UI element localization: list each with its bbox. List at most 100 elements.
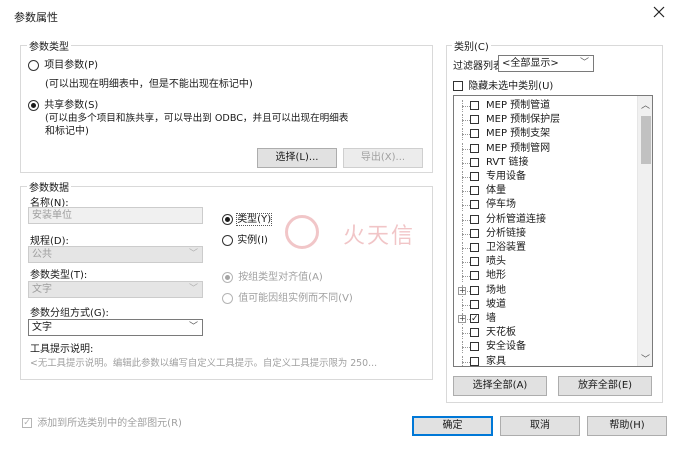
scroll-down-icon[interactable]: ﹀ xyxy=(641,352,650,365)
category-list-item[interactable]: MEP 预制管网 xyxy=(454,142,637,155)
tree-connector xyxy=(458,100,470,112)
tree-connector xyxy=(458,298,470,311)
tree-connector xyxy=(458,128,470,141)
category-checkbox[interactable] xyxy=(470,271,479,281)
category-checkbox[interactable] xyxy=(470,328,479,338)
category-list-item[interactable]: 家具 xyxy=(454,355,637,367)
category-label: 专用设备 xyxy=(486,171,526,182)
tooltip-text[interactable]: <无工具提示说明。编辑此参数以编写自定义工具提示。自定义工具提示限为 250..… xyxy=(30,355,428,369)
category-checkbox[interactable] xyxy=(470,257,479,267)
category-label: MEP 预制管道 xyxy=(486,100,551,111)
category-checkbox[interactable] xyxy=(470,228,479,238)
cancel-button[interactable]: 取消 xyxy=(500,416,580,436)
param-kind-value: 文字 xyxy=(32,284,52,295)
filter-select[interactable]: <全部显示> ﹀ xyxy=(498,55,594,72)
shared-param-desc-1: (可以由多个项目和族共享，可以导出到 ODBC，并且可以出现在明细表 xyxy=(45,113,349,124)
category-list-item[interactable]: 坡道 xyxy=(454,298,637,311)
chevron-down-icon: ﹀ xyxy=(188,322,198,332)
category-label: 墙 xyxy=(486,313,496,324)
instance-radio[interactable]: 实例(I) xyxy=(222,231,268,246)
expand-icon[interactable]: + xyxy=(458,286,466,295)
category-checkbox[interactable] xyxy=(470,342,479,352)
watermark-text: 火天信 xyxy=(343,224,416,249)
close-icon[interactable] xyxy=(652,6,666,20)
category-list-item[interactable]: 安全设备 xyxy=(454,341,637,354)
category-list-item[interactable]: 停车场 xyxy=(454,199,637,212)
tree-connector xyxy=(458,355,470,366)
export-button[interactable]: 导出(X)... xyxy=(343,148,423,168)
category-list-item[interactable]: + 场地 xyxy=(454,284,637,297)
select-button[interactable]: 选择(L)... xyxy=(257,148,337,168)
category-list-item[interactable]: + ✓ 墙 xyxy=(454,313,637,325)
tree-connector xyxy=(458,341,470,354)
category-list-item[interactable]: 分析管道连接 xyxy=(454,213,637,226)
category-checkbox[interactable]: ✓ xyxy=(470,314,479,324)
category-label: 坡道 xyxy=(486,298,506,310)
deselect-all-button[interactable]: 放弃全部(E) xyxy=(558,376,652,396)
category-checkbox[interactable] xyxy=(470,285,479,295)
category-list[interactable]: MEP 预制管道 MEP 预制保护层 MEP 预制支架 MEP 预制管网 RVT 链接专… xyxy=(453,95,653,367)
category-list-item[interactable]: MEP 预制保护层 xyxy=(454,114,637,127)
param-kind-label: 参数类型(T): xyxy=(30,270,88,281)
category-list-item[interactable]: 天花板 xyxy=(454,327,637,340)
vary-by-group-label: 值可能因组实例而不同(V) xyxy=(238,293,353,304)
category-list-item[interactable]: 分析链接 xyxy=(454,227,637,240)
radio-indicator xyxy=(222,271,233,283)
category-checkbox[interactable] xyxy=(470,243,479,252)
category-scrollbar[interactable]: ︿ ﹀ xyxy=(637,96,652,366)
expand-icon[interactable]: + xyxy=(458,315,466,323)
type-radio[interactable]: 类型(Y) xyxy=(222,210,273,226)
category-checkbox[interactable] xyxy=(470,299,479,309)
scroll-thumb[interactable] xyxy=(641,116,651,164)
category-checkbox[interactable] xyxy=(470,143,479,153)
checkbox-box: ✓ xyxy=(22,418,32,428)
chevron-down-icon: ﹀ xyxy=(188,284,198,294)
tree-connector xyxy=(458,142,470,155)
category-label: 地形 xyxy=(486,270,506,282)
category-checkbox[interactable] xyxy=(470,356,479,366)
group-by-select[interactable]: 文字 ﹀ xyxy=(28,319,203,336)
ok-button[interactable]: 确定 xyxy=(412,416,493,436)
add-to-all-checkbox[interactable]: ✓ 添加到所选类别中的全部图元(R) xyxy=(22,414,182,429)
category-checkbox[interactable] xyxy=(470,101,479,110)
category-label: 家具 xyxy=(486,355,506,367)
name-field[interactable]: 安装单位 xyxy=(28,207,203,224)
align-by-type-radio[interactable]: 按组类型对齐值(A) xyxy=(222,268,323,283)
category-checkbox[interactable] xyxy=(470,157,479,167)
group-by-label: 参数分组方式(G): xyxy=(30,308,109,319)
category-checkbox[interactable] xyxy=(470,186,479,196)
filter-value: <全部显示> xyxy=(502,58,559,69)
category-checkbox[interactable] xyxy=(470,115,479,125)
tree-connector xyxy=(458,327,470,340)
tree-connector xyxy=(458,114,470,127)
category-list-item[interactable]: RVT 链接 xyxy=(454,156,637,169)
tree-connector xyxy=(458,256,470,269)
category-checkbox[interactable] xyxy=(470,214,479,224)
tree-connector xyxy=(458,171,470,183)
help-button[interactable]: 帮助(H) xyxy=(587,416,667,436)
checkbox-box xyxy=(453,81,463,91)
category-label: MEP 预制管网 xyxy=(486,142,551,154)
tree-connector xyxy=(458,270,470,283)
shared-param-radio[interactable]: 共享参数(S) xyxy=(28,96,98,111)
category-list-item[interactable]: MEP 预制管道 xyxy=(454,100,637,112)
category-list-item[interactable]: 喷头 xyxy=(454,256,637,269)
category-label: RVT 链接 xyxy=(486,156,529,168)
vary-by-group-radio[interactable]: 值可能因组实例而不同(V) xyxy=(222,289,353,304)
category-checkbox[interactable] xyxy=(470,200,479,210)
param-kind-select[interactable]: 文字 ﹀ xyxy=(28,281,203,298)
discipline-select[interactable]: 公共 ﹀ xyxy=(28,246,203,263)
category-list-item[interactable]: 体量 xyxy=(454,185,637,198)
scroll-up-icon[interactable]: ︿ xyxy=(641,98,650,111)
hide-unselected-checkbox[interactable]: 隐藏未选中类别(U) xyxy=(453,77,553,92)
project-param-radio[interactable]: 项目参数(P) xyxy=(28,56,98,71)
category-list-item[interactable]: MEP 预制支架 xyxy=(454,128,637,141)
category-checkbox[interactable] xyxy=(470,172,479,181)
category-label: 喷头 xyxy=(486,256,506,268)
category-label: 体量 xyxy=(486,185,506,197)
select-all-button[interactable]: 选择全部(A) xyxy=(453,376,547,396)
category-list-item[interactable]: 地形 xyxy=(454,270,637,283)
category-list-item[interactable]: 专用设备 xyxy=(454,171,637,183)
category-list-item[interactable]: 卫浴装置 xyxy=(454,242,637,254)
category-checkbox[interactable] xyxy=(470,129,479,139)
